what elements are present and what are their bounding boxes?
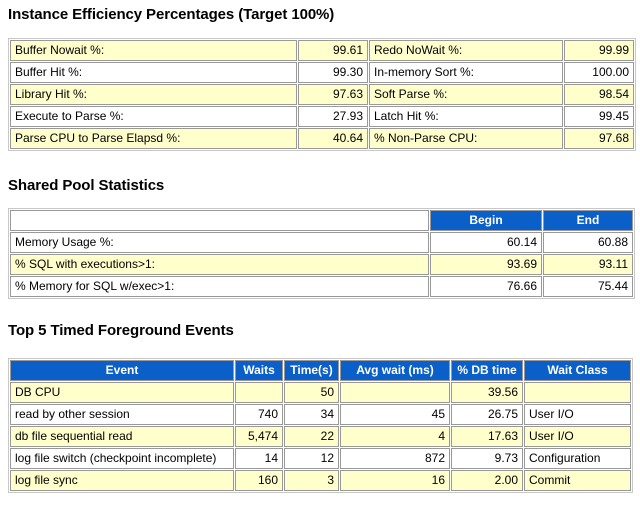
top-events-pct-db-time-1: 26.75: [451, 404, 523, 425]
shared-pool-begin-0: 60.14: [430, 232, 542, 253]
top-events-pct-db-time-0: 39.56: [451, 382, 523, 403]
table-row: log file sync 160 3 16 2.00 Commit: [10, 470, 631, 491]
shared-pool-metric-0: Memory Usage %:: [10, 232, 429, 253]
top-events-header-avg-wait-ms: Avg wait (ms): [340, 360, 450, 381]
instance-efficiency-value-left-2: 97.63: [298, 84, 368, 105]
instance-efficiency-value-right-1: 100.00: [564, 62, 634, 83]
table-row: Execute to Parse %: 27.93 Latch Hit %: 99.4…: [10, 106, 634, 127]
instance-efficiency-value-right-4: 97.68: [564, 128, 634, 149]
table-row: Buffer Hit %: 99.30 In-memory Sort %: 100.0…: [10, 62, 634, 83]
shared-pool-begin-2: 76.66: [430, 276, 542, 297]
awr-report-page: Instance Efficiency Percentages (Target …: [0, 0, 640, 507]
shared-pool-begin-1: 93.69: [430, 254, 542, 275]
top-events-waits-4: 160: [235, 470, 283, 491]
top-events-waits-0: [235, 382, 283, 403]
table-row: Buffer Nowait %: 99.61 Redo NoWait %: 99.99: [10, 40, 634, 61]
top-events-wait-class-2: User I/O: [524, 426, 631, 447]
top-events-waits-2: 5,474: [235, 426, 283, 447]
top-events-header-row: Event Waits Time(s) Avg wait (ms)% DB time W…: [10, 360, 631, 381]
instance-efficiency-label-right-3: Latch Hit %:: [369, 106, 563, 127]
top-events-event-1: read by other session: [10, 404, 234, 425]
instance-efficiency-label-left-4: Parse CPU to Parse Elapsd %:: [10, 128, 297, 149]
instance-efficiency-value-right-0: 99.99: [564, 40, 634, 61]
instance-efficiency-value-left-1: 99.30: [298, 62, 368, 83]
top-events-avg-wait-ms-4: 16: [340, 470, 450, 491]
top-events-event-3: log file switch (checkpoint incomplete): [10, 448, 234, 469]
table-row: db file sequential read 5,474 22 4 17.63 User…: [10, 426, 631, 447]
top-events-avg-wait-ms-1: 45: [340, 404, 450, 425]
instance-efficiency-label-left-3: Execute to Parse %:: [10, 106, 297, 127]
table-row: Memory Usage %: 60.14 60.88: [10, 232, 633, 253]
shared-pool-begin-header: Begin: [430, 210, 542, 231]
top-events-avg-wait-ms-2: 4: [340, 426, 450, 447]
instance-efficiency-value-right-3: 99.45: [564, 106, 634, 127]
table-row: log file switch (checkpoint incomplete) 1…: [10, 448, 631, 469]
instance-efficiency-table-wrap: Buffer Nowait %: 99.61 Redo NoWait %: 99.99…: [8, 38, 636, 151]
instance-efficiency-value-right-2: 98.54: [564, 84, 634, 105]
instance-efficiency-title: Instance Efficiency Percentages (Target …: [8, 6, 335, 23]
instance-efficiency-value-left-3: 27.93: [298, 106, 368, 127]
instance-efficiency-label-right-2: Soft Parse %:: [369, 84, 563, 105]
table-row: % SQL with executions>1: 93.69 93.11: [10, 254, 633, 275]
top-events-waits-3: 14: [235, 448, 283, 469]
table-row: Parse CPU to Parse Elapsd %: 40.64% Non-P…: [10, 128, 634, 149]
instance-efficiency-label-left-0: Buffer Nowait %:: [10, 40, 297, 61]
top-events-wait-class-1: User I/O: [524, 404, 631, 425]
shared-pool-metric-header: [10, 210, 429, 231]
shared-pool-table-wrap: Begin End Memory Usage %: 60.14 60.88% SQL…: [8, 208, 635, 299]
instance-efficiency-value-left-4: 40.64: [298, 128, 368, 149]
top-events-pct-db-time-2: 17.63: [451, 426, 523, 447]
top-events-pct-db-time-3: 9.73: [451, 448, 523, 469]
top-events-wait-class-4: Commit: [524, 470, 631, 491]
table-row: Library Hit %: 97.63 Soft Parse %: 98.54: [10, 84, 634, 105]
top-events-event-2: db file sequential read: [10, 426, 234, 447]
top-events-time-s-2: 22: [284, 426, 339, 447]
top-events-event-0: DB CPU: [10, 382, 234, 403]
shared-pool-end-header: End: [543, 210, 633, 231]
top-events-table-wrap: Event Waits Time(s) Avg wait (ms)% DB time W…: [8, 358, 633, 493]
top-events-header-waits: Waits: [235, 360, 283, 381]
top-events-time-s-1: 34: [284, 404, 339, 425]
table-row: DB CPU 50 39.56: [10, 382, 631, 403]
top-events-header-wait-class: Wait Class: [524, 360, 631, 381]
instance-efficiency-table: Buffer Nowait %: 99.61 Redo NoWait %: 99.99…: [8, 38, 636, 151]
top-events-wait-class-0: [524, 382, 631, 403]
instance-efficiency-label-left-2: Library Hit %:: [10, 84, 297, 105]
instance-efficiency-label-right-4: % Non-Parse CPU:: [369, 128, 563, 149]
top-events-header-time-s: Time(s): [284, 360, 339, 381]
top-events-title: Top 5 Timed Foreground Events: [8, 322, 234, 339]
top-events-waits-1: 740: [235, 404, 283, 425]
instance-efficiency-label-right-0: Redo NoWait %:: [369, 40, 563, 61]
instance-efficiency-label-left-1: Buffer Hit %:: [10, 62, 297, 83]
table-row: % Memory for SQL w/exec>1: 76.66 75.44: [10, 276, 633, 297]
top-events-pct-db-time-4: 2.00: [451, 470, 523, 491]
shared-pool-end-1: 93.11: [543, 254, 633, 275]
top-events-wait-class-3: Configuration: [524, 448, 631, 469]
top-events-header-pct-db-time: % DB time: [451, 360, 523, 381]
top-events-time-s-4: 3: [284, 470, 339, 491]
shared-pool-metric-1: % SQL with executions>1:: [10, 254, 429, 275]
top-events-time-s-0: 50: [284, 382, 339, 403]
table-row: read by other session 740 34 45 26.75 User I/…: [10, 404, 631, 425]
shared-pool-end-2: 75.44: [543, 276, 633, 297]
shared-pool-end-0: 60.88: [543, 232, 633, 253]
top-events-event-4: log file sync: [10, 470, 234, 491]
shared-pool-header-row: Begin End: [10, 210, 633, 231]
shared-pool-metric-2: % Memory for SQL w/exec>1:: [10, 276, 429, 297]
shared-pool-title: Shared Pool Statistics: [8, 177, 165, 194]
top-events-time-s-3: 12: [284, 448, 339, 469]
instance-efficiency-value-left-0: 99.61: [298, 40, 368, 61]
top-events-avg-wait-ms-3: 872: [340, 448, 450, 469]
instance-efficiency-label-right-1: In-memory Sort %:: [369, 62, 563, 83]
top-events-table: Event Waits Time(s) Avg wait (ms)% DB time W…: [8, 358, 633, 493]
top-events-header-event: Event: [10, 360, 234, 381]
shared-pool-table: Begin End Memory Usage %: 60.14 60.88% SQL…: [8, 208, 635, 299]
top-events-avg-wait-ms-0: [340, 382, 450, 403]
